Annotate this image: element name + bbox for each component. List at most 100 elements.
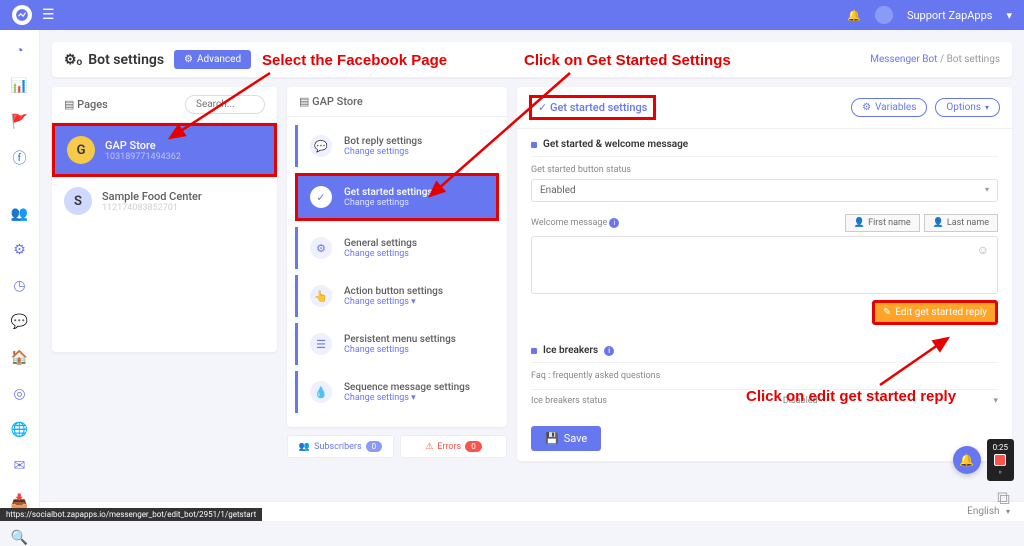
save-icon: 💾 [545,432,559,445]
lastname-button[interactable]: 👤Last name [924,214,998,232]
sidebar-clock-icon[interactable]: ◷ [12,278,28,294]
sections-card: ▤ GAP Store 💬 Bot reply settingsChange s… [287,87,507,427]
get-started-heading: Get started & welcome message [531,139,998,157]
section-sequence[interactable]: 💧 Sequence message settingsChange settin… [295,371,499,413]
edit-icon: ✎ [883,307,891,318]
chat-icon: 💬 [310,135,332,157]
emoji-icon[interactable]: ☺ [977,243,989,257]
user-label[interactable]: Support ZapApps [907,9,993,22]
recorder: 0:25 ⏸ [987,439,1014,481]
ice-status-label: Ice breakers status [531,396,607,406]
edit-get-started-button[interactable]: ✎ Edit get started reply [872,300,998,325]
welcome-header: Welcome message i 👤First name 👤Last name [531,214,998,232]
welcome-label: Welcome message [531,218,607,228]
section-title: Bot reply settings [344,136,422,147]
status-label: Get started button status [531,165,998,175]
sections-header: ▤ GAP Store [287,87,507,117]
page-title-text: Bot settings [88,52,164,68]
sidebar-gear-icon[interactable]: ⚙ [12,242,28,258]
section-bot-reply[interactable]: 💬 Bot reply settingsChange settings [295,125,499,167]
user-caret[interactable]: ▾ [1006,9,1012,22]
pause-icon[interactable]: ⏸ [999,468,1003,477]
hamburger-icon[interactable]: ☰ [42,7,55,23]
float-widget: 🔔 0:25 ⏸ [953,439,1014,481]
section-persistent-menu[interactable]: ☰ Persistent menu settingsChange setting… [295,323,499,365]
subscribers-button[interactable]: 👥 Subscribers 0 [287,435,394,458]
sidebar-chart-icon[interactable]: 📊 [12,78,28,94]
page-info: Sample Food Center 112174083852701 [102,190,202,213]
page-name: GAP Store [105,139,181,152]
pages-header-text: Pages [77,98,108,111]
sidebar-robot-icon[interactable]: 💬 [12,314,28,330]
sections-panel: ▤ GAP Store 💬 Bot reply settingsChange s… [287,87,507,461]
gear-icon: ⚙ₒ [64,51,82,68]
sections-body: 💬 Bot reply settingsChange settings ✓ Ge… [287,117,507,427]
header-left: ⚙ₒ Bot settings ⚙ Advanced [64,50,251,69]
annotation-1: Select the Facebook Page [262,52,447,69]
advanced-button[interactable]: ⚙ Advanced [174,50,251,69]
advanced-label: Advanced [197,54,241,65]
ice-heading-text: Ice breakers [543,345,598,356]
layers-icon[interactable]: ⧉ [997,488,1010,509]
gear-small-icon: ⚙ [184,54,193,65]
variables-label: Variables [875,102,916,113]
annotation-3: Click on edit get started reply [746,388,956,405]
sidebar-home-icon[interactable]: 🏠 [12,350,28,366]
page-item-gap-store[interactable]: G GAP Store 103189771494362 [52,123,277,177]
status-select[interactable]: Enabled [531,179,998,202]
breadcrumb-link[interactable]: Messenger Bot [870,54,937,65]
breadcrumb: Messenger Bot / Bot settings [870,54,1000,65]
heading-text: Get started & welcome message [543,139,688,150]
annotation-2: Click on Get Started Settings [524,52,731,69]
options-button[interactable]: Options [935,98,1000,117]
app-logo[interactable] [12,5,32,25]
sidebar-globe-icon[interactable]: 🌐 [12,422,28,438]
section-sub: Change settings ▾ [344,297,443,307]
firstname-button[interactable]: 👤First name [845,214,920,232]
sidebar-facebook-icon[interactable]: ⓕ [12,150,28,166]
save-button[interactable]: 💾 Save [531,426,601,451]
section-action-button[interactable]: 👆 Action button settingsChange settings … [295,275,499,317]
stop-button[interactable] [994,454,1006,466]
main: ⚙ₒ Bot settings ⚙ Advanced Messenger Bot… [40,30,1024,521]
sidebar-users-icon[interactable]: 👥 [12,206,28,222]
chevron-down-icon[interactable]: ▾ [993,396,998,406]
section-sub: Change settings [344,198,433,208]
sidebar-target-icon[interactable]: ◎ [12,386,28,402]
welcome-message-input[interactable]: ☺ [531,236,998,294]
errors-label: Errors [437,442,461,452]
sidebar-mail-icon[interactable]: ✉ [12,458,28,474]
avatar[interactable] [875,6,893,24]
bell-icon[interactable]: 🔔 [847,9,861,22]
section-title: General settings [344,238,417,249]
firstname-label: First name [868,218,911,228]
check-icon: ✓ [310,186,332,208]
person-icon: 👤 [854,218,865,228]
pane-title: ✓ Get started settings [529,95,656,120]
hand-icon: 👆 [310,285,332,307]
page-id: 112174083852701 [102,203,202,213]
section-title: Persistent menu settings [344,334,456,345]
section-title: Get started settings [344,187,433,198]
page-title: ⚙ₒ Bot settings [64,51,164,68]
users-icon: 👥 [299,442,310,452]
search-input[interactable] [185,95,265,114]
info-icon[interactable]: i [609,218,619,228]
page-info: GAP Store 103189771494362 [105,139,181,162]
pane-header: ✓ Get started settings ⚙Variables Option… [517,87,1012,129]
section-sub: Change settings ▾ [344,393,470,403]
sidebar-flag-icon[interactable]: 🚩 [12,114,28,130]
errors-button[interactable]: ⚠ Errors 0 [400,435,507,458]
page-name: Sample Food Center [102,190,202,203]
section-get-started[interactable]: ✓ Get started settingsChange settings [295,173,499,221]
sidebar-dashboard-icon[interactable]: ◔ [12,42,28,58]
page-item-sample-food[interactable]: S Sample Food Center 112174083852701 [52,177,277,225]
variables-button[interactable]: ⚙Variables [851,98,927,117]
notification-fab[interactable]: 🔔 [953,446,981,474]
language-selector[interactable]: English [967,506,999,517]
info-icon[interactable]: i [604,346,614,356]
breadcrumb-sep: / [940,54,944,65]
pages-panel: ▤ Pages G GAP Store 103189771494362 S Sa… [52,87,277,352]
section-general[interactable]: ⚙ General settingsChange settings [295,227,499,269]
sidebar-search-icon[interactable]: 🔍 [12,530,28,546]
